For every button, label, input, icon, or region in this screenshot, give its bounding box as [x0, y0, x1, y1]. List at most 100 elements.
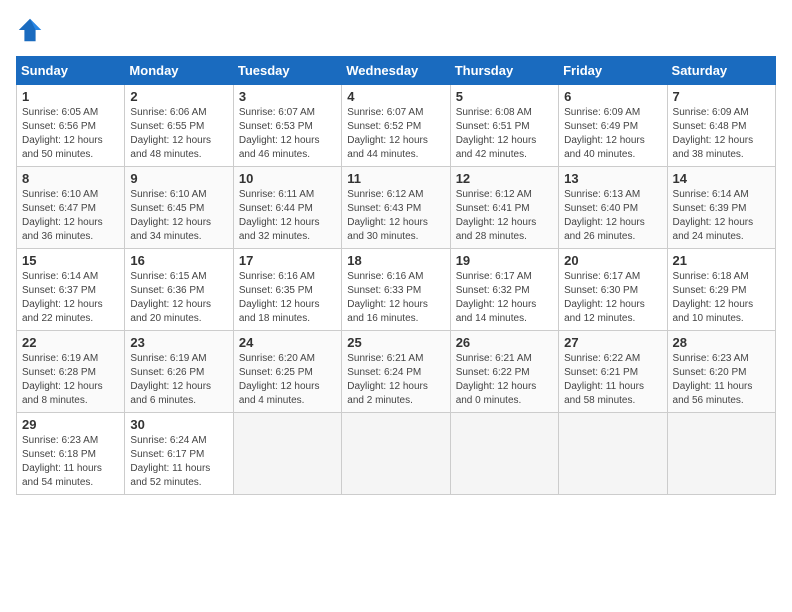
day-info: Sunrise: 6:16 AMSunset: 6:35 PMDaylight:… [239, 270, 336, 326]
calendar-cell: 10 Sunrise: 6:11 AMSunset: 6:44 PMDayligh… [233, 167, 341, 249]
weekday-header: Monday [125, 57, 233, 85]
calendar-cell: 6Sunrise: 6:09 AMSunset: 6:49 PMDaylight… [559, 85, 667, 167]
day-info: Sunrise: 6:22 AMSunset: 6:21 PMDaylight:… [564, 352, 661, 408]
day-info: Sunrise: 6:05 AMSunset: 6:56 PMDaylight:… [22, 106, 119, 162]
day-info: Sunrise: 6:16 AMSunset: 6:33 PMDaylight:… [347, 270, 444, 326]
day-info: Sunrise: 6:08 AMSunset: 6:51 PMDaylight:… [456, 106, 553, 162]
calendar-cell: 28 Sunrise: 6:23 AMSunset: 6:20 PMDayligh… [667, 331, 775, 413]
calendar-cell: 8 Sunrise: 6:10 AMSunset: 6:47 PMDaylight… [17, 167, 125, 249]
day-info: Sunrise: 6:09 AMSunset: 6:49 PMDaylight:… [564, 106, 661, 162]
calendar-cell: 9 Sunrise: 6:10 AMSunset: 6:45 PMDaylight… [125, 167, 233, 249]
day-number: 29 [22, 417, 119, 432]
weekday-header: Thursday [450, 57, 558, 85]
day-number: 19 [456, 253, 553, 268]
day-number: 28 [673, 335, 770, 350]
calendar-cell: 15Sunrise: 6:14 AMSunset: 6:37 PMDayligh… [17, 249, 125, 331]
day-info: Sunrise: 6:14 AMSunset: 6:37 PMDaylight:… [22, 270, 119, 326]
day-number: 8 [22, 171, 119, 186]
page-header [16, 16, 776, 44]
day-info: Sunrise: 6:10 AMSunset: 6:47 PMDaylight:… [22, 188, 119, 244]
day-number: 1 [22, 89, 119, 104]
calendar-cell: 23Sunrise: 6:19 AMSunset: 6:26 PMDayligh… [125, 331, 233, 413]
day-info: Sunrise: 6:17 AMSunset: 6:32 PMDaylight:… [456, 270, 553, 326]
calendar-week-row: 8 Sunrise: 6:10 AMSunset: 6:47 PMDaylight… [17, 167, 776, 249]
day-info: Sunrise: 6:24 AMSunset: 6:17 PMDaylight:… [130, 434, 227, 490]
day-info: Sunrise: 6:23 AMSunset: 6:18 PMDaylight:… [22, 434, 119, 490]
weekday-header: Sunday [17, 57, 125, 85]
calendar-cell: 7 Sunrise: 6:09 AMSunset: 6:48 PMDaylight… [667, 85, 775, 167]
calendar-week-row: 1 Sunrise: 6:05 AMSunset: 6:56 PMDaylight… [17, 85, 776, 167]
day-number: 3 [239, 89, 336, 104]
calendar-cell: 30 Sunrise: 6:24 AMSunset: 6:17 PMDayligh… [125, 413, 233, 495]
day-number: 20 [564, 253, 661, 268]
calendar-cell [667, 413, 775, 495]
calendar-cell: 11 Sunrise: 6:12 AMSunset: 6:43 PMDayligh… [342, 167, 450, 249]
calendar-cell: 2Sunrise: 6:06 AMSunset: 6:55 PMDaylight… [125, 85, 233, 167]
day-number: 10 [239, 171, 336, 186]
day-info: Sunrise: 6:07 AMSunset: 6:52 PMDaylight:… [347, 106, 444, 162]
day-number: 9 [130, 171, 227, 186]
day-number: 27 [564, 335, 661, 350]
day-number: 21 [673, 253, 770, 268]
calendar-cell: 18 Sunrise: 6:16 AMSunset: 6:33 PMDayligh… [342, 249, 450, 331]
calendar-week-row: 15Sunrise: 6:14 AMSunset: 6:37 PMDayligh… [17, 249, 776, 331]
logo-icon [16, 16, 44, 44]
weekday-header: Friday [559, 57, 667, 85]
day-number: 26 [456, 335, 553, 350]
day-number: 13 [564, 171, 661, 186]
day-info: Sunrise: 6:19 AMSunset: 6:28 PMDaylight:… [22, 352, 119, 408]
calendar-cell: 22 Sunrise: 6:19 AMSunset: 6:28 PMDayligh… [17, 331, 125, 413]
day-info: Sunrise: 6:20 AMSunset: 6:25 PMDaylight:… [239, 352, 336, 408]
calendar-cell: 20 Sunrise: 6:17 AMSunset: 6:30 PMDayligh… [559, 249, 667, 331]
day-info: Sunrise: 6:21 AMSunset: 6:22 PMDaylight:… [456, 352, 553, 408]
day-info: Sunrise: 6:11 AMSunset: 6:44 PMDaylight:… [239, 188, 336, 244]
day-info: Sunrise: 6:14 AMSunset: 6:39 PMDaylight:… [673, 188, 770, 244]
calendar-cell [450, 413, 558, 495]
calendar-cell [559, 413, 667, 495]
day-number: 22 [22, 335, 119, 350]
day-number: 5 [456, 89, 553, 104]
calendar-cell: 16 Sunrise: 6:15 AMSunset: 6:36 PMDayligh… [125, 249, 233, 331]
calendar-cell: 17 Sunrise: 6:16 AMSunset: 6:35 PMDayligh… [233, 249, 341, 331]
calendar-cell: 3 Sunrise: 6:07 AMSunset: 6:53 PMDaylight… [233, 85, 341, 167]
weekday-header: Saturday [667, 57, 775, 85]
calendar-table: SundayMondayTuesdayWednesdayThursdayFrid… [16, 56, 776, 495]
day-info: Sunrise: 6:21 AMSunset: 6:24 PMDaylight:… [347, 352, 444, 408]
day-number: 17 [239, 253, 336, 268]
day-number: 18 [347, 253, 444, 268]
day-number: 14 [673, 171, 770, 186]
calendar-week-row: 29 Sunrise: 6:23 AMSunset: 6:18 PMDayligh… [17, 413, 776, 495]
day-info: Sunrise: 6:15 AMSunset: 6:36 PMDaylight:… [130, 270, 227, 326]
day-info: Sunrise: 6:12 AMSunset: 6:43 PMDaylight:… [347, 188, 444, 244]
calendar-cell: 25Sunrise: 6:21 AMSunset: 6:24 PMDayligh… [342, 331, 450, 413]
day-info: Sunrise: 6:17 AMSunset: 6:30 PMDaylight:… [564, 270, 661, 326]
calendar-cell: 4Sunrise: 6:07 AMSunset: 6:52 PMDaylight… [342, 85, 450, 167]
calendar-cell: 26 Sunrise: 6:21 AMSunset: 6:22 PMDayligh… [450, 331, 558, 413]
day-number: 2 [130, 89, 227, 104]
calendar-week-row: 22 Sunrise: 6:19 AMSunset: 6:28 PMDayligh… [17, 331, 776, 413]
calendar-header-row: SundayMondayTuesdayWednesdayThursdayFrid… [17, 57, 776, 85]
day-info: Sunrise: 6:19 AMSunset: 6:26 PMDaylight:… [130, 352, 227, 408]
day-number: 11 [347, 171, 444, 186]
day-info: Sunrise: 6:12 AMSunset: 6:41 PMDaylight:… [456, 188, 553, 244]
day-info: Sunrise: 6:13 AMSunset: 6:40 PMDaylight:… [564, 188, 661, 244]
calendar-cell: 24 Sunrise: 6:20 AMSunset: 6:25 PMDayligh… [233, 331, 341, 413]
logo [16, 16, 48, 44]
day-number: 12 [456, 171, 553, 186]
day-info: Sunrise: 6:09 AMSunset: 6:48 PMDaylight:… [673, 106, 770, 162]
day-number: 16 [130, 253, 227, 268]
day-number: 7 [673, 89, 770, 104]
calendar-cell: 21 Sunrise: 6:18 AMSunset: 6:29 PMDayligh… [667, 249, 775, 331]
day-info: Sunrise: 6:10 AMSunset: 6:45 PMDaylight:… [130, 188, 227, 244]
calendar-cell: 5 Sunrise: 6:08 AMSunset: 6:51 PMDaylight… [450, 85, 558, 167]
day-number: 24 [239, 335, 336, 350]
calendar-cell [233, 413, 341, 495]
calendar-cell: 12 Sunrise: 6:12 AMSunset: 6:41 PMDayligh… [450, 167, 558, 249]
day-info: Sunrise: 6:18 AMSunset: 6:29 PMDaylight:… [673, 270, 770, 326]
day-number: 30 [130, 417, 227, 432]
day-info: Sunrise: 6:23 AMSunset: 6:20 PMDaylight:… [673, 352, 770, 408]
calendar-cell [342, 413, 450, 495]
calendar-cell: 27 Sunrise: 6:22 AMSunset: 6:21 PMDayligh… [559, 331, 667, 413]
weekday-header: Tuesday [233, 57, 341, 85]
day-info: Sunrise: 6:07 AMSunset: 6:53 PMDaylight:… [239, 106, 336, 162]
